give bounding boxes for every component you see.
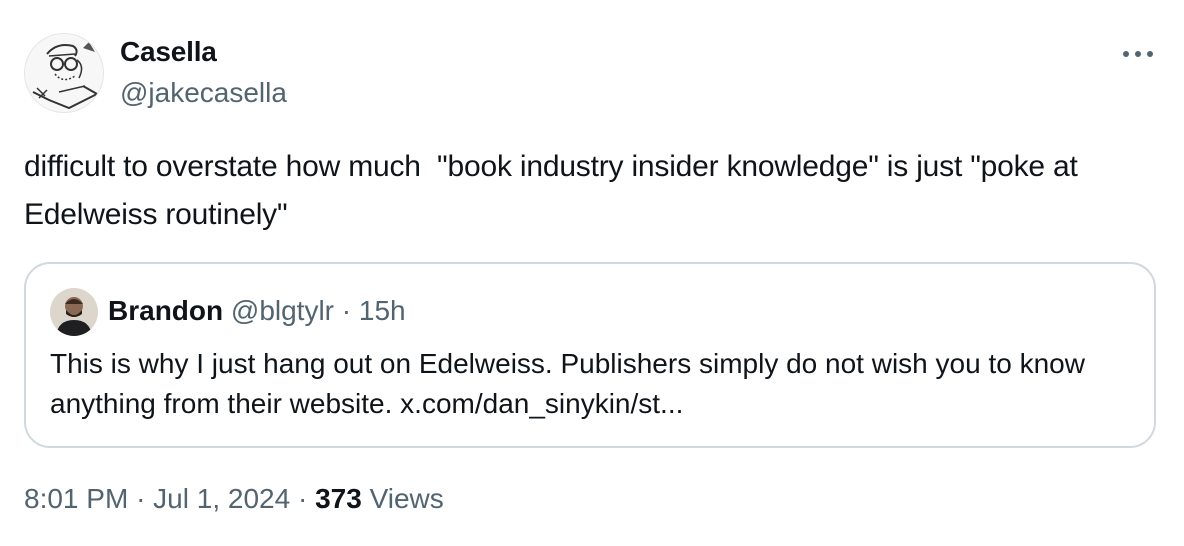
more-options-button[interactable]: [1118, 42, 1158, 66]
tweet-text: difficult to overstate how much "book in…: [24, 150, 1086, 231]
quoted-tweet-card[interactable]: Brandon @blgtylr · 15h This is why I jus…: [24, 262, 1156, 448]
meta-separator: ·: [136, 483, 146, 514]
views-count[interactable]: 373: [315, 483, 362, 514]
tweet-date[interactable]: Jul 1, 2024: [153, 483, 290, 514]
quote-author-name[interactable]: Brandon: [108, 295, 223, 326]
tweet-time[interactable]: 8:01 PM: [24, 483, 128, 514]
meta-separator: ·: [297, 483, 308, 514]
quote-author-handle[interactable]: @blgtylr: [231, 295, 334, 326]
quote-timestamp[interactable]: 15h: [359, 295, 406, 326]
quote-author-avatar[interactable]: [50, 288, 98, 336]
author-avatar[interactable]: [24, 33, 104, 113]
sketch-avatar-icon: [32, 42, 100, 110]
quote-text: This is why I just hang out on Edelweiss…: [50, 348, 1085, 419]
quote-header: Brandon @blgtylr · 15h: [108, 295, 406, 327]
author-handle[interactable]: @jakecasella: [120, 77, 287, 109]
person-photo-icon: [50, 288, 98, 336]
views-label[interactable]: Views: [370, 483, 444, 514]
quote-separator: ·: [341, 295, 352, 326]
more-horizontal-icon: [1123, 51, 1153, 57]
author-display-name[interactable]: Casella: [120, 36, 217, 68]
tweet: Casella @jakecasella difficult to overst…: [0, 0, 1184, 546]
tweet-meta: 8:01 PM · Jul 1, 2024 · 373 Views: [24, 483, 444, 515]
